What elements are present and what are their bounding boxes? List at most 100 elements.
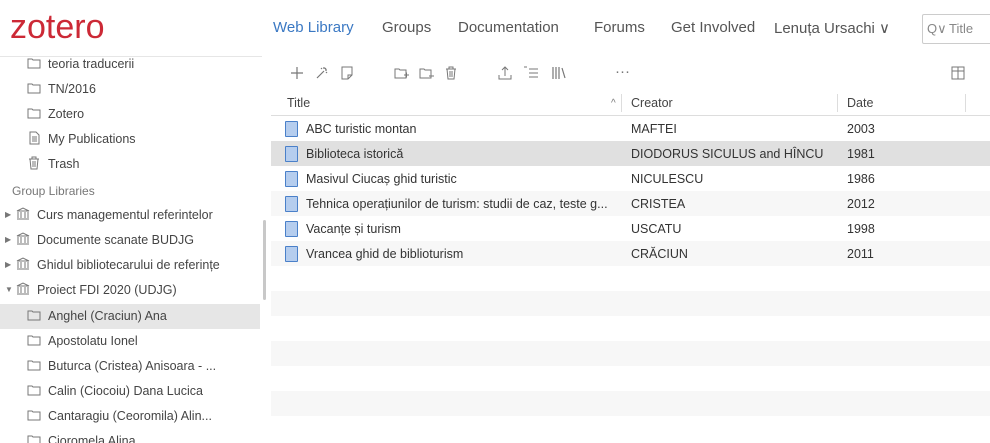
- new-item-icon[interactable]: [290, 66, 304, 80]
- folder-icon: [27, 385, 41, 396]
- cell-date: 2012: [847, 197, 875, 211]
- sort-ascending-icon[interactable]: ^: [611, 98, 616, 109]
- sidebar-item-teoria-traducerii[interactable]: teoria traducerii: [0, 56, 260, 77]
- cell-creator: MAFTEI: [631, 122, 677, 136]
- bibliography-icon[interactable]: [523, 66, 539, 80]
- sidebar-item-my-publications[interactable]: My Publications: [0, 127, 260, 152]
- sidebar-item-cantaragiu[interactable]: Cantaragiu (Ceoromila) Alin...: [0, 404, 260, 429]
- expand-arrow-icon[interactable]: ▶: [5, 260, 11, 269]
- cell-title: Vacanțe și turism: [306, 222, 401, 236]
- column-separator[interactable]: [621, 94, 622, 112]
- nav-get-involved[interactable]: Get Involved: [671, 19, 755, 36]
- empty-row: [271, 291, 990, 316]
- expand-arrow-icon[interactable]: ▶: [5, 210, 11, 219]
- search-icon[interactable]: Q∨: [927, 21, 947, 37]
- sidebar-item-buturca[interactable]: Buturca (Cristea) Anisoara - ...: [0, 354, 260, 379]
- sidebar-group-ghidul[interactable]: ▶ Ghidul bibliotecarului de referințe: [0, 253, 260, 278]
- cell-title: ABC turistic montan: [306, 122, 417, 136]
- nav-groups[interactable]: Groups: [382, 19, 431, 36]
- book-icon: [285, 121, 298, 137]
- sidebar-group-proiect[interactable]: ▼ Proiect FDI 2020 (UDJG): [0, 278, 260, 303]
- empty-row: [271, 316, 990, 341]
- sidebar-item-label: Anghel (Craciun) Ana: [48, 309, 167, 323]
- cell-title: Tehnica operațiunilor de turism: studii …: [306, 197, 608, 211]
- columns-icon[interactable]: [951, 66, 965, 80]
- column-header-title[interactable]: Title: [287, 96, 310, 110]
- new-note-icon[interactable]: [340, 66, 354, 80]
- trash-icon: [29, 156, 39, 170]
- empty-row: [271, 341, 990, 366]
- folder-icon: [27, 83, 41, 94]
- zotero-logo[interactable]: zotero: [10, 8, 105, 47]
- add-by-identifier-icon[interactable]: [315, 66, 329, 80]
- remove-from-collection-icon[interactable]: [419, 66, 435, 80]
- folder-icon: [27, 410, 41, 421]
- sidebar-item-label: Cioromela Alina: [48, 434, 136, 443]
- cell-creator: CRĂCIUN: [631, 247, 688, 261]
- search-placeholder: Title: [949, 21, 974, 36]
- cell-creator: NICULESCU: [631, 172, 704, 186]
- sidebar-item-label: Calin (Ciocoiu) Dana Lucica: [48, 384, 203, 398]
- cell-creator: USCATU: [631, 222, 682, 236]
- export-icon[interactable]: [498, 66, 512, 80]
- sidebar-item-tn2016[interactable]: TN/2016: [0, 77, 260, 102]
- sidebar-item-label: Apostolatu Ionel: [48, 334, 138, 348]
- sidebar-item-label: Buturca (Cristea) Anisoara - ...: [48, 359, 217, 373]
- items-toolbar: ···: [271, 56, 990, 90]
- column-header-creator[interactable]: Creator: [631, 96, 673, 110]
- sidebar-item-label: Proiect FDI 2020 (UDJG): [37, 283, 177, 297]
- table-row[interactable]: ABC turistic montan MAFTEI 2003: [271, 116, 990, 141]
- table-row[interactable]: Tehnica operațiunilor de turism: studii …: [271, 191, 990, 216]
- column-header-date[interactable]: Date: [847, 96, 873, 110]
- sidebar-item-trash[interactable]: Trash: [0, 152, 260, 177]
- library-icon: [16, 257, 30, 270]
- nav-forums[interactable]: Forums: [594, 19, 645, 36]
- sidebar-item-cioromela[interactable]: Cioromela Alina: [0, 429, 260, 443]
- top-header: zotero Web Library Groups Documentation …: [0, 0, 990, 56]
- nav-documentation[interactable]: Documentation: [458, 19, 559, 36]
- empty-row: [271, 416, 990, 441]
- sidebar-item-label: Curs managementul referintelor: [37, 208, 213, 222]
- sidebar-scrollbar[interactable]: [263, 220, 266, 300]
- empty-row: [271, 266, 990, 291]
- nav-user-menu[interactable]: Lenuța Ursachi ∨: [774, 19, 890, 37]
- column-separator[interactable]: [965, 94, 966, 112]
- column-separator[interactable]: [837, 94, 838, 112]
- sidebar-group-documente[interactable]: ▶ Documente scanate BUDJG: [0, 228, 260, 253]
- library-icon: [16, 207, 30, 220]
- table-row[interactable]: Biblioteca istorică DIODORUS SICULUS and…: [271, 141, 990, 166]
- items-pane: ··· Title ^ Creator Date ABC turistic mo…: [271, 56, 990, 443]
- cell-date: 1998: [847, 222, 875, 236]
- cell-date: 1986: [847, 172, 875, 186]
- sidebar-item-zotero[interactable]: Zotero: [0, 102, 260, 127]
- cell-creator: CRISTEA: [631, 197, 686, 211]
- library-icon: [16, 232, 30, 245]
- library-lookup-icon[interactable]: [551, 66, 567, 80]
- sidebar-item-apostolatu[interactable]: Apostolatu Ionel: [0, 329, 260, 354]
- collapse-arrow-icon[interactable]: ▼: [5, 285, 13, 294]
- nav-web-library[interactable]: Web Library: [273, 19, 354, 36]
- expand-arrow-icon[interactable]: ▶: [5, 235, 11, 244]
- more-actions-icon[interactable]: ···: [615, 63, 630, 80]
- collection-sidebar: teoria traducerii TN/2016 Zotero My Publ…: [0, 56, 262, 443]
- group-libraries-heading: Group Libraries: [12, 184, 95, 198]
- empty-row: [271, 391, 990, 416]
- cell-date: 2011: [847, 247, 874, 261]
- folder-icon: [27, 108, 41, 119]
- table-row[interactable]: Vacanțe și turism USCATU 1998: [271, 216, 990, 241]
- sidebar-item-label: Cantaragiu (Ceoromila) Alin...: [48, 409, 212, 423]
- trash-icon[interactable]: [444, 66, 458, 80]
- folder-icon: [27, 58, 41, 69]
- table-row[interactable]: Vrancea ghid de biblioturism CRĂCIUN 201…: [271, 241, 990, 266]
- sidebar-group-curs[interactable]: ▶ Curs managementul referintelor: [0, 203, 260, 228]
- new-collection-icon[interactable]: [394, 66, 410, 80]
- empty-row: [271, 366, 990, 391]
- document-icon: [29, 131, 40, 145]
- search-input[interactable]: Q∨ Title: [922, 14, 990, 44]
- cell-title: Masivul Ciucaș ghid turistic: [306, 172, 457, 186]
- sidebar-item-anghel[interactable]: Anghel (Craciun) Ana: [0, 304, 260, 329]
- sidebar-item-calin[interactable]: Calin (Ciocoiu) Dana Lucica: [0, 379, 260, 404]
- table-row[interactable]: Masivul Ciucaș ghid turistic NICULESCU 1…: [271, 166, 990, 191]
- sidebar-item-label: TN/2016: [48, 82, 96, 96]
- book-icon: [285, 146, 298, 162]
